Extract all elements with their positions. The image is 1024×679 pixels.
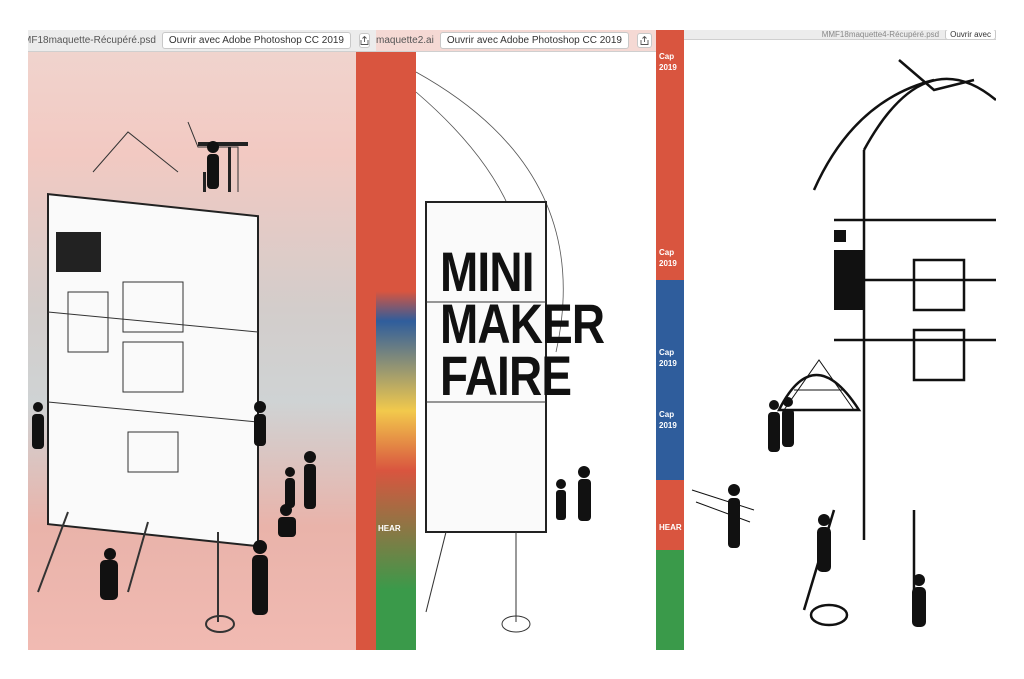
open-with-photoshop-button[interactable]: Ouvrir avec Adobe Photoshop CC 2019 — [161, 32, 351, 49]
underlying-window-strip — [376, 52, 416, 650]
cap-label: Cap — [659, 52, 675, 61]
year-label: 2019 — [659, 359, 677, 368]
share-icon[interactable] — [636, 33, 652, 48]
window-titlebar[interactable]: maquette2.ai Ouvrir avec Adobe Photoshop… — [376, 30, 658, 52]
rocket-line-illustration — [691, 59, 996, 627]
window-titlebar[interactable]: MMF18maquette4-Récupéré.psd Ouvrir avec — [684, 30, 996, 40]
file-name: fuseeMMF18maquette-Récupéré.psd — [28, 35, 156, 46]
share-icon[interactable] — [359, 33, 370, 48]
photoshop-preview-window-right: MMF18maquette4-Récupéré.psd Ouvrir avec — [684, 30, 996, 650]
cap-label: Cap — [659, 248, 675, 257]
file-name: maquette2.ai — [376, 35, 434, 46]
file-name: MMF18maquette4-Récupéré.psd — [821, 30, 940, 39]
year-label: 2019 — [659, 259, 677, 268]
year-label: 2019 — [659, 63, 677, 72]
open-with-photoshop-button[interactable]: Ouvrir avec Adobe Photoshop CC 2019 — [439, 32, 629, 49]
cap-label: Cap — [659, 410, 675, 419]
hear-label: HEAR — [659, 523, 682, 532]
hear-label: HEAR — [378, 524, 401, 533]
poster-title-line: MINI — [440, 240, 534, 303]
poster-title: MINI MAKER FAIRE — [440, 240, 605, 407]
year-label: 2019 — [659, 421, 677, 430]
background-window-strip: Cap 2019 Cap 2019 Cap 2019 Cap 2019 HEAR — [656, 30, 686, 650]
cap-label: Cap — [659, 348, 675, 357]
poster-title-line: MAKER — [440, 292, 605, 355]
photoshop-preview-window-left: fuseeMMF18maquette-Récupéré.psd Ouvrir a… — [28, 30, 378, 650]
open-with-button[interactable]: Ouvrir avec — [945, 30, 996, 39]
illustrator-preview-window-middle: maquette2.ai Ouvrir avec Adobe Photoshop… — [376, 30, 658, 650]
rocket-building-illustration — [32, 121, 316, 633]
window-titlebar[interactable]: fuseeMMF18maquette-Récupéré.psd Ouvrir a… — [28, 30, 378, 52]
poster-title-line: FAIRE — [440, 344, 572, 407]
